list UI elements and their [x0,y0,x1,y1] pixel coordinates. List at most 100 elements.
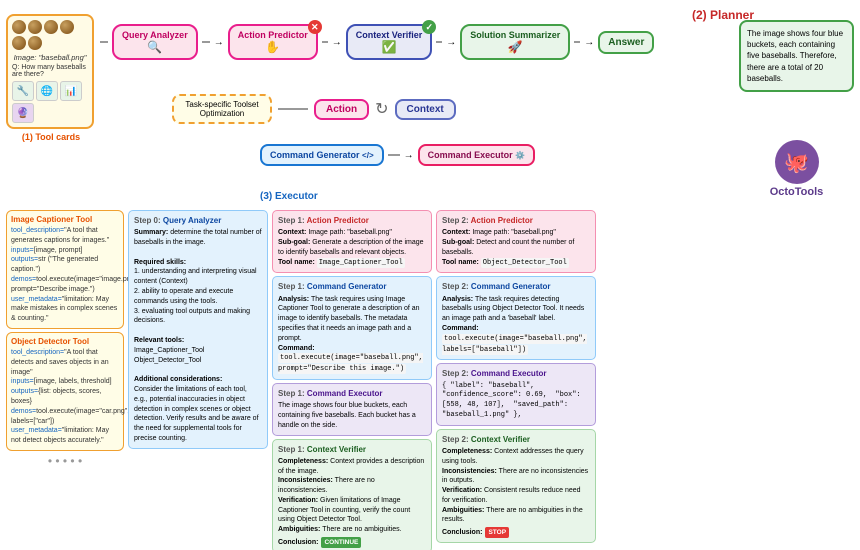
bottom-cards: Image Captioner Tool tool_description="A… [6,210,854,510]
step0-tool-1: Image_Captioner_Tool [134,346,262,356]
step2-action-predictor: Step 2: Action Predictor Context: Image … [436,210,596,273]
tool-icon-2: 🌐 [36,81,58,101]
s2cv-ambiguities: Ambiguities: There are no ambiguities in… [442,506,590,526]
dots: • • • • • [6,454,124,468]
ic-field-1: tool_description="A tool that generates … [11,226,119,246]
input-box: Image: "baseball.png" Q: How many baseba… [6,14,94,129]
arrow-5 [278,108,308,110]
s1ce-title: Step 1: Command Executor [278,388,426,399]
s1cv-conclusion-row: Conclusion: CONTINUE [278,537,426,548]
image-captioner-card: Image Captioner Tool tool_description="A… [6,210,124,329]
node-action-predictor[interactable]: Action Predictor ✋ ✕ [228,24,318,60]
arrow-in [100,41,108,43]
node-command-executor[interactable]: Command Executor ⚙️ [418,144,536,166]
s1cg-command: Command: tool.execute(image="baseball.pn… [278,344,426,375]
octotools-label: OctoTools [770,186,824,198]
s1ce-result: The image shows four blue buckets, each … [278,401,426,430]
od-field-1: tool_description="A tool that detects an… [11,348,119,377]
s1ap-context: Context: Image path: "baseball.png" [278,228,426,238]
ic-field-2: inputs=[image, prompt] [11,246,119,256]
step0-skill-2: 2. ability to operate and execute comman… [134,287,262,307]
arrow-1 [202,41,210,43]
context-label: Context [407,104,444,115]
s2cv-conclusion-row: Conclusion: STOP [442,527,590,538]
octotools-box: 🐙 OctoTools [739,140,854,198]
answer-box-top: Answer [598,31,654,54]
ic-field-4: demos=tool.execute(image="image.png", pr… [11,275,119,295]
node-query-analyzer[interactable]: Query Analyzer 🔍 [112,24,198,60]
main-container: Image: "baseball.png" Q: How many baseba… [0,0,860,518]
step0-title: Step 0: Query Analyzer [134,215,262,226]
node-solution-summarizer[interactable]: Solution Summarizer 🚀 [460,24,570,60]
ic-field-3: outputs=str ("The generated caption.") [11,255,119,275]
od-field-2: inputs=[image, labels, threshold] [11,377,119,387]
arrow-4 [574,41,580,43]
status-x: ✕ [308,20,322,34]
status-check: ✓ [422,20,436,34]
label-tool-cards: (1) Tool cards [6,132,96,142]
s2cv-inconsistencies: Inconsistencies: There are no inconsiste… [442,467,590,487]
object-detector-card: Object Detector Tool tool_description="A… [6,332,124,451]
s2ap-context: Context: Image path: "baseball.png" [442,228,590,238]
step0-summary-label: Summary: determine the total number of b… [134,228,262,248]
cmd-exec-label: Command Executor [428,150,513,160]
tool-icon-4: 🔮 [12,103,34,123]
s1cg-analysis: Analysis: The task requires using Image … [278,295,426,344]
arrow-2 [322,41,328,43]
s2ce-result: { "label": "baseball", "confidence_score… [442,382,590,421]
action-predictor-label: Action Predictor [238,30,308,40]
label-executor: (3) Executor [260,191,318,202]
step0-column: Step 0: Query Analyzer Summary: determin… [128,210,268,510]
node-context-verifier[interactable]: Context Verifier ✅ ✓ [346,24,433,60]
step0-skill-3: 3. evaluating tool outputs and making de… [134,307,262,327]
step0-tools-label: Relevant tools: [134,336,262,346]
od-field-3: outputs={list: objects, scores, boxes} [11,387,119,407]
step0-considerations-label: Additional considerations: [134,375,262,385]
s1ap-title: Step 1: Action Predictor [278,215,426,226]
s2cg-command: Command: tool.execute(image="baseball.pn… [442,324,590,355]
step0-skills-label: Required skills: [134,258,262,268]
baseball-images [12,20,88,50]
object-detector-title: Object Detector Tool [11,337,119,346]
tool-icon-1: 🔧 [12,81,34,101]
tool-cards-column: Image Captioner Tool tool_description="A… [6,210,124,510]
arrow-6 [388,154,400,156]
node-command-generator[interactable]: Command Generator </> [260,144,384,166]
step2-context-verifier: Step 2: Context Verifier Completeness: C… [436,429,596,544]
node-context-small[interactable]: Context [395,99,456,120]
step2-command-generator: Step 2: Command Generator Analysis: The … [436,276,596,360]
image-captioner-title: Image Captioner Tool [11,215,119,224]
step0-section: Step 0: Query Analyzer Summary: determin… [128,210,268,449]
step2-column: Step 2: Action Predictor Context: Image … [436,210,596,510]
s2cv-verification: Verification: Consistent results reduce … [442,486,590,506]
answer-text-box: The image shows four blue buckets, each … [739,20,854,92]
question-text: Q: How many baseballs are there? [12,64,88,78]
task-box-text: Task-specific Toolset Optimization [185,100,258,118]
s2cv-title: Step 2: Context Verifier [442,434,590,445]
s2cv-completeness: Completeness: Context addresses the quer… [442,447,590,467]
solution-summarizer-label: Solution Summarizer [470,30,560,40]
s2ap-toolname: Tool name: Object_Detector_Tool [442,258,590,269]
image-label: Image: "baseball.png" [12,53,88,62]
s2cv-conclusion-label: Conclusion: [442,528,482,538]
middle-row: Task-specific Toolset Optimization Actio… [172,94,456,124]
s1cv-title: Step 1: Context Verifier [278,444,426,455]
context-verifier-label: Context Verifier [356,30,423,40]
cmd-gen-label: Command Generator [270,150,360,160]
flow-diagram: (2) Planner Query Analyzer 🔍 → Action Pr… [100,6,854,206]
node-action-small[interactable]: Action [314,99,369,120]
top-diagram-section: Image: "baseball.png" Q: How many baseba… [6,6,854,206]
s2ap-subgoal: Sub-goal: Detect and count the number of… [442,238,590,258]
step1-context-verifier: Step 1: Context Verifier Completeness: C… [272,439,432,550]
s1cv-conclusion-value: CONTINUE [321,537,361,548]
ic-field-5: user_metadata="limitation: May make mist… [11,295,119,324]
task-box: Task-specific Toolset Optimization [172,94,272,124]
s1cv-conclusion-label: Conclusion: [278,538,318,548]
step1-command-executor: Step 1: Command Executor The image shows… [272,383,432,436]
s1cg-title: Step 1: Command Generator [278,281,426,292]
s2cg-title: Step 2: Command Generator [442,281,590,292]
s1cv-ambiguities: Ambiguities: There are no ambiguities. [278,525,426,535]
arrow-3 [436,41,442,43]
answer-label: Answer [608,37,644,48]
s2cg-analysis: Analysis: The task requires detecting ba… [442,295,590,324]
